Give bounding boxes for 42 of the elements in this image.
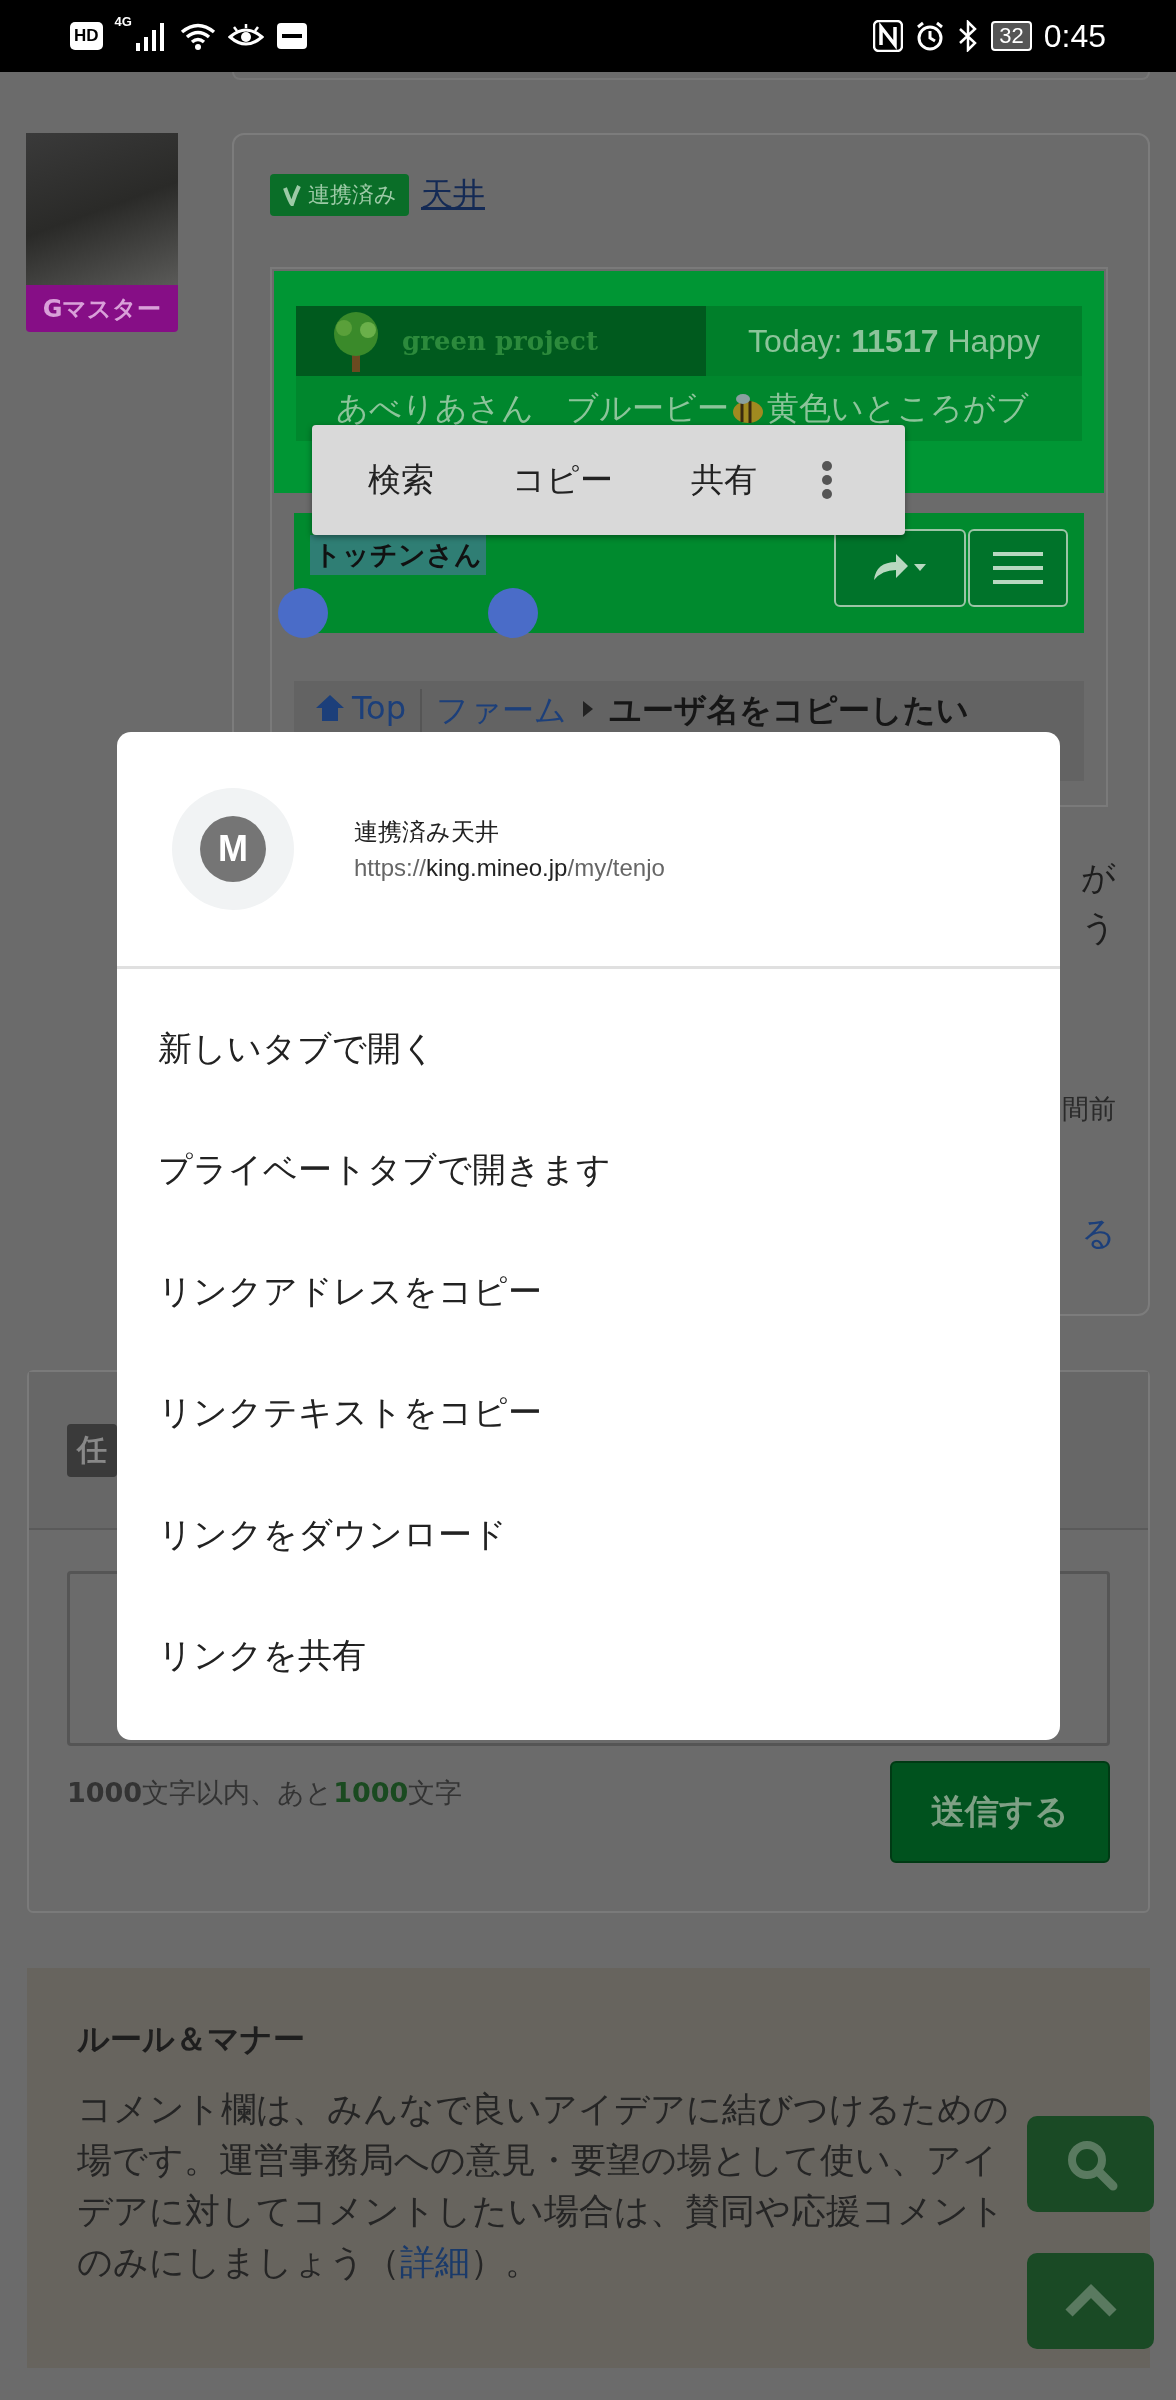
- toolbar-action[interactable]: 検索: [368, 457, 434, 503]
- menu-item[interactable]: リンクアドレスをコピー: [117, 1231, 1060, 1353]
- more-icon[interactable]: [821, 460, 833, 500]
- rules-text: コメント欄は、みんなで良いアイデアに結びつけるための場です。運営事務局への意見・要望の場として使い、アイデアに対してコメントしたい場合は、賛同や応援コメントのみにしましょう（詳細）。: [77, 2088, 1010, 2284]
- ticker-text: あべりあさん ブルービー: [336, 387, 729, 429]
- search-button[interactable]: [1027, 2116, 1154, 2212]
- avatar-letter: M: [200, 816, 266, 882]
- text-fragment: 間前: [1062, 1092, 1116, 1126]
- linked-badge: 連携済み: [270, 174, 409, 216]
- text-fragment: う: [1081, 906, 1116, 949]
- card-icon: [275, 22, 308, 50]
- text-fragment: が: [1081, 856, 1116, 899]
- toolbar-action[interactable]: 共有: [691, 457, 757, 503]
- menu-item[interactable]: 新しいタブで開く: [117, 988, 1060, 1110]
- breadcrumb-current: ユーザ名をコピーしたい: [609, 690, 969, 731]
- menu-item[interactable]: リンクをダウンロード: [117, 1474, 1060, 1596]
- check-icon: [282, 184, 302, 206]
- menu-item[interactable]: リンクテキストをコピー: [117, 1352, 1060, 1474]
- user-name: トッチンさん: [310, 535, 486, 575]
- scroll-top-button[interactable]: [1027, 2253, 1154, 2349]
- menu-button[interactable]: [968, 529, 1068, 607]
- home-icon: [314, 693, 346, 723]
- optional-badge: 任: [67, 1424, 117, 1477]
- share-button[interactable]: [834, 529, 966, 607]
- hd-badge: HD: [70, 22, 103, 50]
- network-type: 4G: [114, 14, 132, 29]
- clock-time: 0:45: [1043, 17, 1106, 55]
- menu-item[interactable]: リンクを共有: [117, 1595, 1060, 1717]
- toolbar-action[interactable]: コピー: [512, 457, 613, 503]
- ticker-text: 黄色いところがブ: [767, 387, 1029, 429]
- battery-level: 32: [991, 21, 1032, 51]
- today-count: Today: 11517 Happy: [748, 322, 1040, 360]
- menu-icon: [991, 550, 1045, 586]
- selection-handle[interactable]: [278, 588, 328, 638]
- alarm-icon: [915, 20, 946, 52]
- nfc-icon: [873, 20, 904, 52]
- link-title: 連携済み天井: [354, 817, 500, 848]
- rank-label: Gマスター: [26, 285, 178, 332]
- rules-title: ルール＆マナー: [77, 2019, 306, 2060]
- link-url: https://king.mineo.jp/my/tenjo: [354, 854, 665, 882]
- menu-item[interactable]: プライベートタブで開きます: [117, 1109, 1060, 1231]
- wifi-icon: [179, 22, 216, 50]
